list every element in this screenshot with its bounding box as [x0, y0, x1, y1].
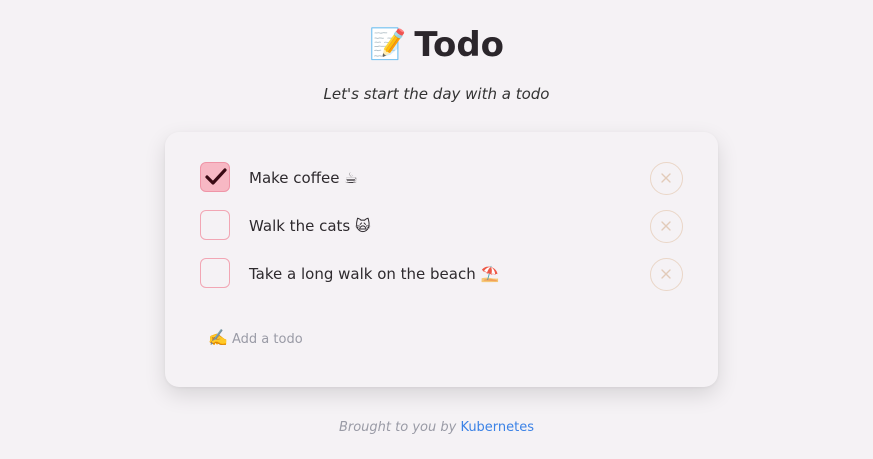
checkmark-icon	[205, 168, 227, 185]
close-icon	[661, 173, 671, 183]
todo-card: Make coffee ☕ Walk the cats 🙀 Take a lon…	[165, 132, 718, 387]
title-text: Todo	[414, 25, 505, 65]
close-icon	[661, 269, 671, 279]
delete-todo-button[interactable]	[650, 162, 683, 195]
todo-checkbox[interactable]	[200, 258, 230, 288]
todo-checkbox[interactable]	[200, 162, 230, 192]
todo-text: Make coffee ☕	[249, 169, 358, 187]
close-icon	[661, 221, 671, 231]
add-todo-input[interactable]	[232, 328, 592, 350]
kubernetes-link[interactable]: Kubernetes	[460, 420, 534, 435]
delete-todo-button[interactable]	[650, 258, 683, 291]
todo-item: Make coffee ☕	[200, 162, 683, 196]
page-header: 📝 Todo Let's start the day with a todo	[0, 22, 873, 104]
todo-text: Walk the cats 🙀	[249, 217, 371, 235]
writing-hand-icon: ✍️	[208, 328, 228, 347]
memo-icon: 📝	[368, 27, 407, 62]
page-title: 📝 Todo	[0, 22, 873, 68]
todo-text: Take a long walk on the beach ⛱️	[249, 265, 500, 283]
todo-checkbox[interactable]	[200, 210, 230, 240]
footer: Brought to you by Kubernetes	[0, 419, 873, 437]
todo-item: Walk the cats 🙀	[200, 210, 683, 244]
todo-item: Take a long walk on the beach ⛱️	[200, 258, 683, 292]
footer-prefix: Brought to you by	[338, 420, 457, 435]
page-subtitle: Let's start the day with a todo	[323, 85, 550, 103]
add-todo-row: ✍️	[208, 327, 608, 351]
delete-todo-button[interactable]	[650, 210, 683, 243]
